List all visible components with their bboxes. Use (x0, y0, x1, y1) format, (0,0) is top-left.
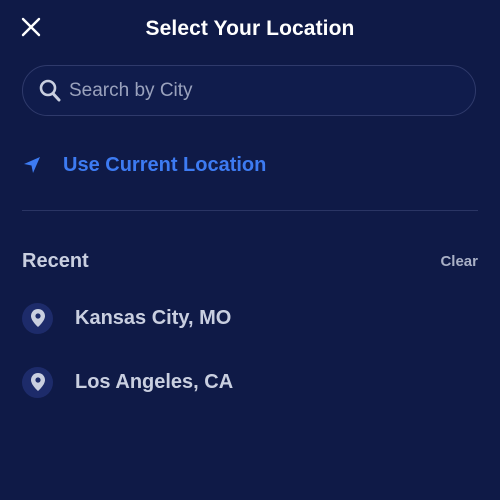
clear-recent-button[interactable]: Clear (440, 253, 478, 270)
search-input[interactable] (69, 79, 475, 102)
location-picker-screen: Select Your Location Use Current Locatio… (0, 0, 500, 500)
use-current-location-label: Use Current Location (63, 153, 267, 176)
recent-item-label: Los Angeles, CA (75, 370, 234, 393)
use-current-location-button[interactable]: Use Current Location (22, 148, 266, 182)
page-title: Select Your Location (145, 17, 355, 40)
recent-item-kansas-city[interactable]: Kansas City, MO (22, 302, 478, 334)
navigation-arrow-icon (22, 155, 42, 175)
recent-item-label: Kansas City, MO (75, 306, 232, 329)
recent-list: Kansas City, MO Los Angeles, CA (22, 302, 478, 430)
location-pin-icon (22, 302, 53, 334)
divider (22, 210, 478, 211)
search-icon (39, 79, 61, 103)
location-pin-icon (22, 366, 53, 398)
recent-item-los-angeles[interactable]: Los Angeles, CA (22, 366, 478, 398)
recent-heading: Recent (22, 250, 89, 272)
search-field[interactable] (22, 65, 476, 116)
